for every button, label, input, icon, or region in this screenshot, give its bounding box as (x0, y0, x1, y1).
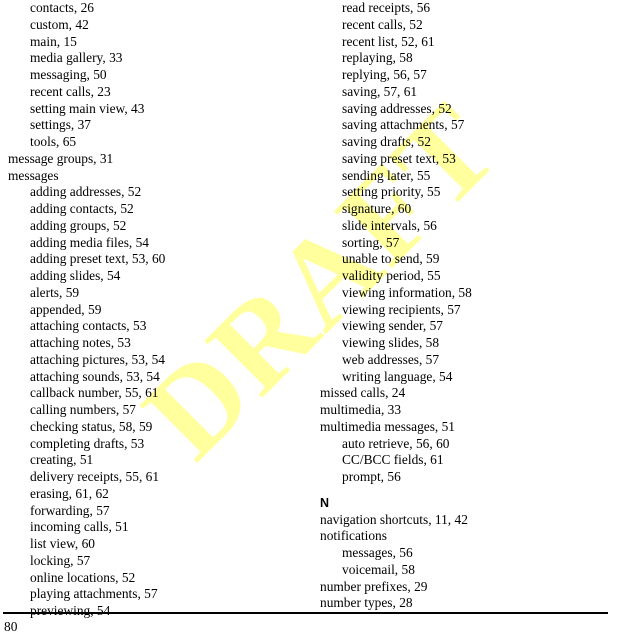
index-subentry: alerts, 59 (30, 284, 80, 300)
index-subentry: attaching pictures, 53, 54 (30, 351, 165, 367)
page-number: 80 (4, 619, 18, 634)
index-entry: message groups, 31 (8, 150, 114, 166)
index-subentry: prompt, 56 (342, 469, 401, 484)
index-subentry: tools, 65 (30, 134, 77, 149)
index-subentry: checking status, 58, 59 (30, 418, 153, 434)
index-subentry: adding contacts, 52 (30, 201, 134, 216)
index-subentry: media gallery, 33 (30, 50, 123, 66)
index-subentry: viewing information, 58 (342, 284, 472, 300)
index-subentry: setting main view, 43 (30, 100, 145, 116)
index-section-heading: N (320, 495, 330, 510)
index-subentry: signature, 60 (342, 201, 412, 216)
index-subentry: appended, 59 (30, 301, 102, 317)
index-subentry: adding addresses, 52 (30, 184, 142, 200)
index-subentry: settings, 37 (30, 117, 92, 133)
index-subentry: replying, 56, 57 (342, 67, 427, 82)
index-subentry: slide intervals, 56 (342, 217, 437, 233)
index-subentry: messages, 56 (342, 545, 413, 560)
index-subentry: unable to send, 59 (342, 251, 440, 267)
index-subentry: calling numbers, 57 (30, 402, 136, 417)
index-subentry: viewing recipients, 57 (342, 301, 461, 317)
index-subentry: viewing slides, 58 (342, 335, 440, 350)
index-subentry: setting priority, 55 (342, 184, 441, 200)
index-subentry: playing attachments, 57 (30, 586, 158, 602)
index-subentry: incoming calls, 51 (30, 519, 129, 535)
index-entry: number prefixes, 29 (320, 578, 428, 594)
index-entry: number types, 28 (320, 595, 413, 611)
index-subentry: custom, 42 (30, 16, 89, 32)
index-subentry: forwarding, 57 (30, 502, 110, 518)
index-subentry: erasing, 61, 62 (30, 485, 109, 501)
index-subentry: callback number, 55, 61 (30, 385, 159, 401)
index-subentry: saving preset text, 53 (342, 150, 456, 166)
index-column-left: contacts, 26 custom, 42 main, 15 media gall… (8, 0, 308, 620)
index-subentry: CC/BCC fields, 61 (342, 452, 444, 468)
index-subentry: attaching sounds, 53, 54 (30, 368, 160, 384)
index-subentry: locking, 57 (30, 552, 91, 568)
index-subentry: adding preset text, 53, 60 (30, 251, 166, 267)
index-subentry: sending later, 55 (342, 167, 431, 183)
index-subentry: viewing sender, 57 (342, 318, 443, 334)
index-subentry: main, 15 (30, 33, 77, 49)
index-subentry: delivery receipts, 55, 61 (30, 469, 160, 484)
index-subentry: replaying, 58 (342, 50, 413, 66)
index-columns: contacts, 26 custom, 42 main, 15 media gall… (0, 0, 620, 618)
index-subentry: recent calls, 52 (342, 16, 423, 32)
index-entry: missed calls, 24 (320, 385, 406, 401)
index-subentry: saving attachments, 57 (342, 117, 465, 133)
index-subentry: creating, 51 (30, 452, 94, 468)
index-column-right: read receipts, 56 recent calls, 52 recent … (320, 0, 620, 612)
index-subentry: saving drafts, 52 (342, 134, 431, 149)
index-subentry: writing language, 54 (342, 368, 453, 384)
index-subentry: contacts, 26 (30, 0, 94, 15)
index-entry: multimedia, 33 (320, 402, 402, 417)
index-subentry: recent list, 52, 61 (342, 33, 435, 49)
index-subentry: attaching contacts, 53 (30, 318, 147, 334)
index-subentry: saving addresses, 52 (342, 100, 452, 116)
index-entry: navigation shortcuts, 11, 42 (320, 511, 468, 527)
index-subentry: messaging, 50 (30, 67, 107, 82)
index-subentry: validity period, 55 (342, 268, 441, 283)
index-entry: multimedia messages, 51 (320, 418, 455, 434)
footer-rule (3, 612, 608, 614)
index-subentry: voicemail, 58 (342, 561, 415, 577)
index-subentry: completing drafts, 53 (30, 435, 145, 451)
index-subentry: sorting, 57 (342, 234, 400, 250)
index-subentry: list view, 60 (30, 536, 95, 551)
index-subentry: web addresses, 57 (342, 351, 440, 367)
index-subentry: online locations, 52 (30, 569, 136, 585)
index-entry: messages (8, 167, 59, 183)
index-subentry: adding groups, 52 (30, 217, 127, 233)
index-subentry: adding media files, 54 (30, 234, 149, 250)
index-subentry: auto retrieve, 56, 60 (342, 435, 450, 451)
index-page: DRAFT contacts, 26 custom, 42 main, 15 medi… (0, 0, 620, 637)
index-subentry: attaching notes, 53 (30, 335, 131, 350)
index-subentry: adding slides, 54 (30, 268, 121, 283)
index-subentry: saving, 57, 61 (342, 83, 418, 99)
index-subentry: read receipts, 56 (342, 0, 431, 15)
index-entry: notifications (320, 528, 387, 544)
index-subentry: recent calls, 23 (30, 83, 111, 99)
